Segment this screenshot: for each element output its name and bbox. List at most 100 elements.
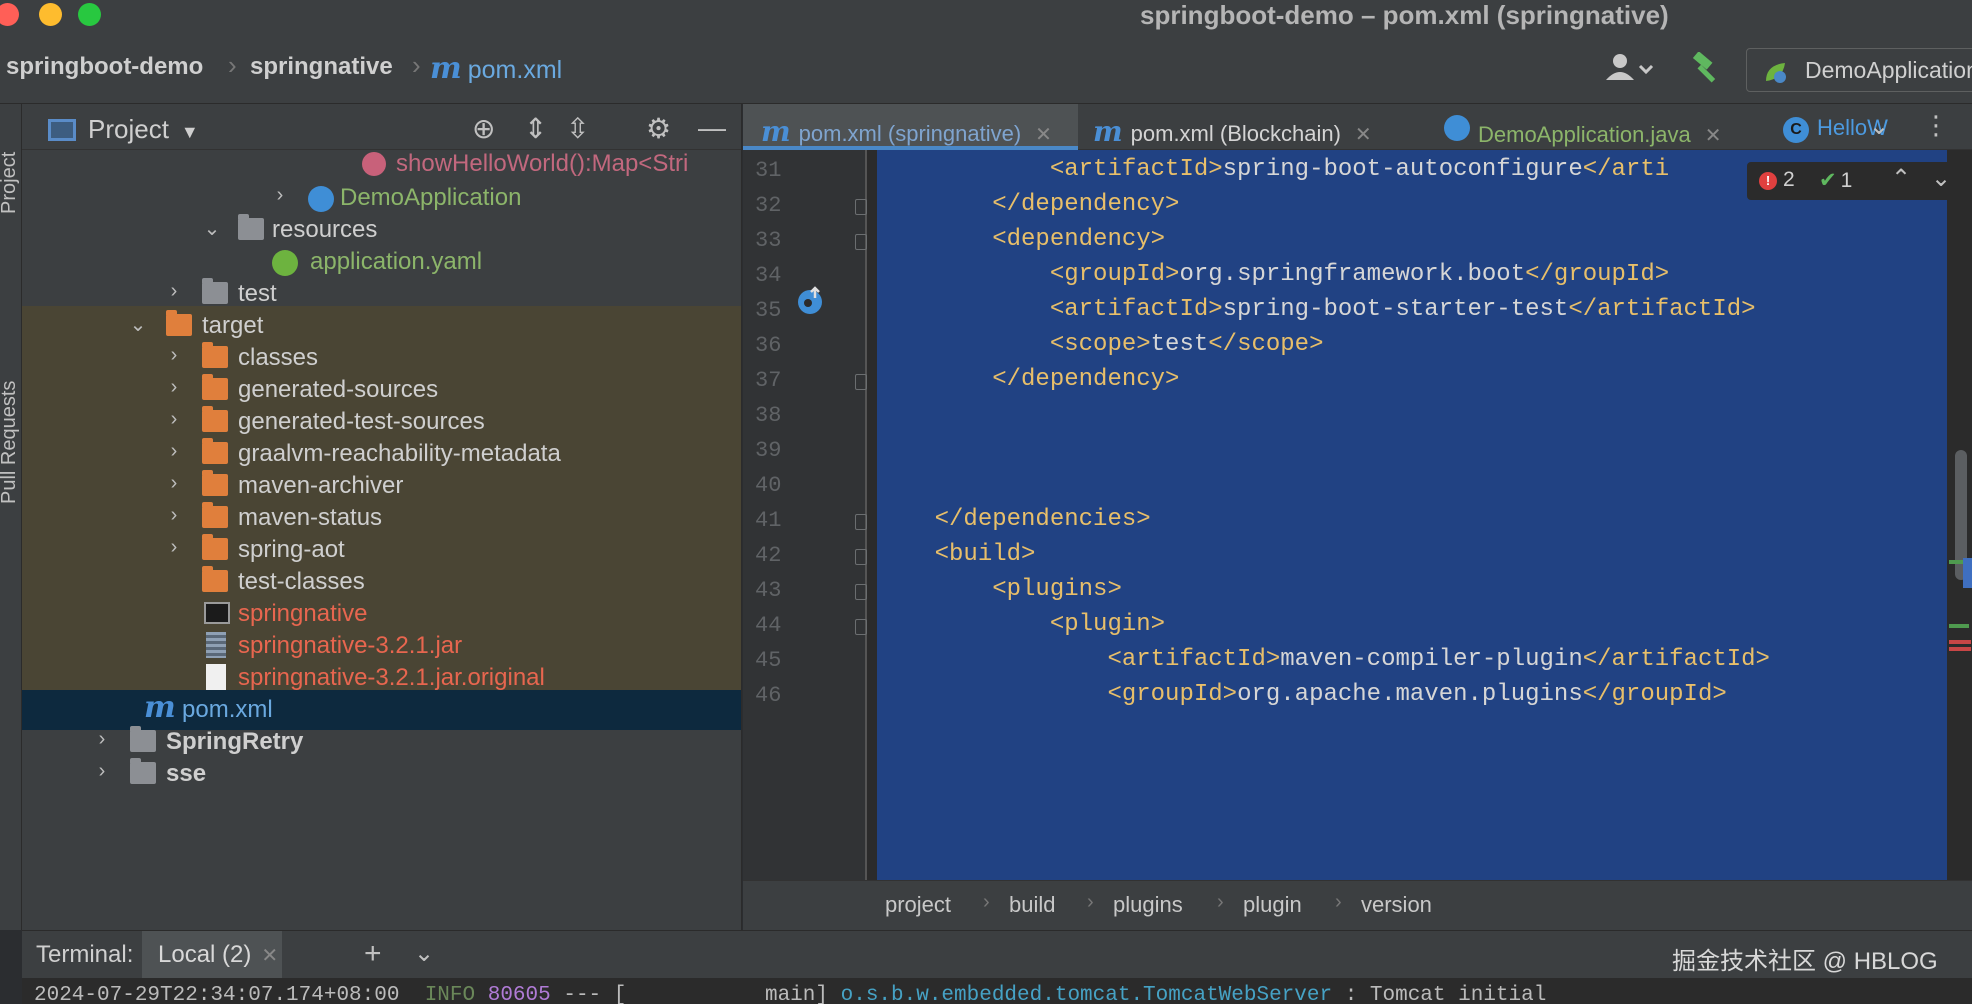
chevron-right-icon: › — [412, 50, 421, 80]
breadcrumb-project[interactable]: project — [885, 892, 951, 918]
editor-area: m pom.xml (springnative) ✕ m pom.xml (Block… — [743, 104, 1972, 930]
xml-close-tag: </artifactId> — [1582, 646, 1770, 673]
resources-folder-icon — [238, 214, 264, 240]
close-tab-icon[interactable]: ✕ — [1355, 124, 1372, 146]
tree-row-label: test — [238, 280, 277, 307]
project-tool-tab[interactable]: Project — [0, 152, 21, 214]
maximize-window-button[interactable] — [78, 3, 101, 26]
line-number: 40 — [755, 473, 782, 498]
run-configuration-selector[interactable]: DemoApplication — [1746, 48, 1972, 92]
module-folder-icon — [130, 726, 156, 752]
tab-pom-springnative[interactable]: m pom.xml (springnative) ✕ — [743, 104, 1078, 150]
line-number: 42 — [755, 543, 782, 568]
terminal-tab-local[interactable]: Local (2) ✕ — [142, 931, 282, 979]
excluded-folder-icon — [202, 502, 228, 528]
excluded-folder-icon — [202, 566, 228, 592]
code-line: </dependencies> — [877, 506, 1151, 533]
tab-pom-blockchain[interactable]: m pom.xml (Blockchain) ✕ — [1093, 104, 1413, 150]
xml-open-tag: <artifactId> — [1049, 156, 1223, 183]
xml-close-tag: </arti — [1582, 156, 1670, 183]
nav-crumb-file[interactable]: m pom.xml — [430, 51, 562, 86]
expand-all-icon[interactable]: ⇕ — [524, 112, 547, 145]
fold-marker-icon[interactable] — [855, 549, 867, 565]
tab-label: pom.xml (Blockchain) — [1130, 121, 1341, 146]
xml-open-tag: <artifactId> — [1107, 646, 1281, 673]
xml-open-tag: <scope> — [1049, 331, 1151, 358]
fold-marker-icon[interactable] — [855, 619, 867, 635]
nav-crumb-project[interactable]: springboot-demo — [6, 53, 203, 81]
fold-marker-icon[interactable] — [855, 374, 867, 390]
xml-open-tag: <build> — [934, 541, 1036, 568]
project-panel-title: Project — [88, 114, 169, 144]
code-line: <groupId>org.apache.maven.plugins</group… — [877, 681, 1726, 708]
jar-archive-icon — [206, 632, 226, 658]
fold-marker-icon[interactable] — [855, 584, 867, 600]
maven-dependency-icon[interactable] — [795, 286, 825, 316]
chevron-right-icon: › — [170, 344, 178, 366]
ok-count[interactable]: ✔ 1 — [1819, 168, 1852, 193]
chevron-right-icon: › — [170, 376, 178, 398]
change-marker[interactable] — [1949, 624, 1969, 628]
editor-scrollbar[interactable] — [1947, 150, 1972, 880]
fold-marker-icon[interactable] — [855, 514, 867, 530]
build-hammer-icon[interactable] — [1690, 52, 1724, 84]
chevron-right-icon: › — [983, 891, 990, 913]
tree-row-label: SpringRetry — [166, 728, 304, 755]
error-count-value: 2 — [1783, 168, 1795, 191]
close-tab-icon[interactable]: ✕ — [1035, 124, 1052, 146]
close-tab-icon[interactable]: ✕ — [261, 945, 278, 967]
breadcrumb-plugins[interactable]: plugins — [1113, 892, 1183, 918]
tree-row-sse[interactable]: › sse — [22, 754, 741, 794]
log-level: INFO — [424, 984, 476, 1004]
error-marker[interactable] — [1949, 640, 1971, 644]
minimize-window-button[interactable] — [39, 3, 62, 26]
collapse-all-icon[interactable]: ⇳ — [566, 112, 589, 145]
caret-marker[interactable] — [1963, 558, 1972, 588]
tree-row-label: application.yaml — [310, 248, 483, 275]
tree-row-label: DemoApplication — [340, 184, 522, 211]
terminal-output[interactable]: 2024-07-29T22:34:07.174+08:00 INFO 80605… — [22, 978, 1972, 1004]
project-view-selector[interactable]: Project ▼ — [48, 114, 199, 145]
tab-demo-application[interactable]: DemoApplication.java ✕ — [1418, 104, 1753, 150]
file-icon — [206, 664, 226, 690]
hide-panel-icon[interactable]: — — [698, 112, 726, 144]
error-count[interactable]: ! 2 — [1759, 168, 1795, 192]
class-icon: C — [1783, 117, 1809, 143]
chevron-down-icon: ▼ — [180, 122, 199, 142]
inspection-widget[interactable]: ! 2 ✔ 1 ⌃ ⌄ — [1747, 162, 1961, 200]
more-vertical-icon[interactable]: ⋮ — [1923, 110, 1949, 141]
user-icon[interactable] — [1604, 52, 1654, 82]
new-terminal-icon[interactable]: + — [364, 937, 382, 971]
chevron-down-icon[interactable]: ⌄ — [414, 939, 434, 968]
gear-icon[interactable]: ⚙ — [646, 112, 671, 145]
error-marker[interactable] — [1949, 647, 1971, 651]
chevron-up-icon[interactable]: ⌃ — [1891, 164, 1911, 193]
chevron-down-icon[interactable]: ⌄ — [1869, 112, 1889, 141]
xml-open-tag: </dependencies> — [934, 506, 1151, 533]
nav-crumb-module[interactable]: springnative — [250, 53, 393, 81]
nav-file-label: pom.xml — [467, 56, 563, 84]
fold-marker-icon[interactable] — [855, 234, 867, 250]
tree-row-label: sse — [166, 760, 207, 787]
close-tab-icon[interactable]: ✕ — [1705, 125, 1722, 147]
locate-file-icon[interactable]: ⊕ — [472, 112, 495, 145]
chevron-right-icon: › — [170, 280, 178, 302]
log-thread: [ main] — [613, 984, 828, 1004]
fold-marker-icon[interactable] — [855, 199, 867, 215]
breadcrumb-version[interactable]: version — [1361, 892, 1432, 918]
close-window-button[interactable] — [0, 3, 19, 26]
terminal-log-line: 2024-07-29T22:34:07.174+08:00 INFO 80605… — [34, 984, 1546, 1004]
spring-boot-class-icon — [1444, 115, 1470, 141]
code-view[interactable]: <artifactId>spring-boot-autoconfigure</a… — [877, 150, 1947, 880]
pull-requests-tool-tab[interactable]: Pull Requests — [0, 381, 21, 504]
log-pid: 80605 — [487, 984, 551, 1004]
breadcrumb-plugin[interactable]: plugin — [1243, 892, 1302, 918]
xml-text: org.springframework.boot — [1179, 261, 1526, 288]
log-message: : Tomcat initial — [1332, 984, 1547, 1004]
xml-open-tag: <plugins> — [992, 576, 1122, 603]
breadcrumb-build[interactable]: build — [1009, 892, 1055, 918]
maven-icon: m — [761, 115, 791, 148]
